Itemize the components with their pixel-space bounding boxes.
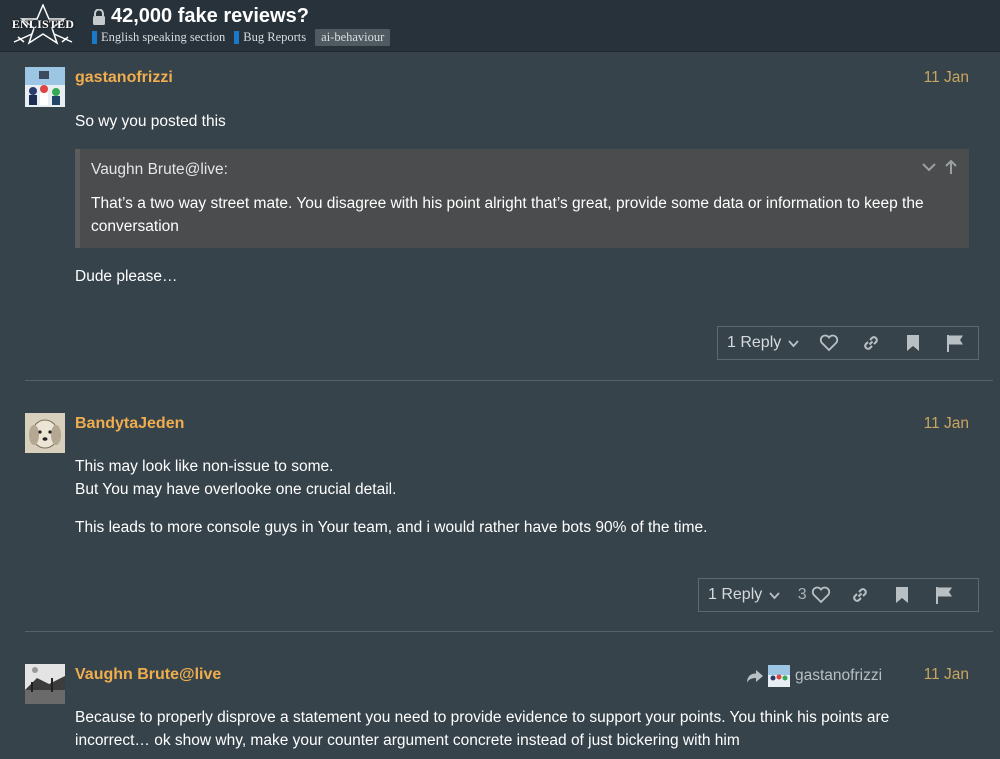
quote-block: Vaughn Brute@live: That’s a two way stre… xyxy=(75,149,969,248)
bookmark-button[interactable] xyxy=(881,579,923,611)
copy-link-button[interactable] xyxy=(839,579,881,611)
heart-icon xyxy=(820,334,839,352)
flag-icon xyxy=(936,587,953,604)
avatar[interactable] xyxy=(25,413,65,453)
quote-author[interactable]: Vaughn Brute@live: xyxy=(91,161,228,179)
replies-toggle-button[interactable]: 1 Reply xyxy=(699,579,789,611)
post-date[interactable]: 11 Jan xyxy=(924,415,969,433)
bookmark-icon xyxy=(907,335,920,351)
post-actions: 1 Reply xyxy=(717,326,979,360)
flag-icon xyxy=(947,335,964,352)
copy-link-button[interactable] xyxy=(850,327,892,359)
like-button[interactable]: 3 xyxy=(789,579,839,611)
like-button[interactable] xyxy=(808,327,850,359)
username[interactable]: Vaughn Brute@live xyxy=(75,666,221,684)
post-paragraph: Because to properly disprove a statement… xyxy=(75,709,890,749)
quote-text: That’s a two way street mate. You disagr… xyxy=(91,195,924,235)
chevron-down-icon xyxy=(769,591,780,599)
post-actions: 1 Reply 3 xyxy=(698,578,979,612)
replies-label: 1 Reply xyxy=(727,334,782,351)
chevron-down-icon xyxy=(788,339,799,347)
post-paragraph: This leads to more console guys in Your … xyxy=(75,519,708,536)
arrow-up-icon[interactable] xyxy=(943,159,959,175)
replies-label: 1 Reply xyxy=(708,586,763,603)
post-paragraph: So wy you posted this xyxy=(75,113,226,130)
flag-button[interactable] xyxy=(923,579,965,611)
reply-to-avatar xyxy=(768,665,790,687)
post-paragraph: This may look like non-issue to some. xyxy=(75,458,334,475)
like-count[interactable]: 3 xyxy=(798,586,807,604)
post-gastanofrizzi: gastanofrizzi 11 Jan So wy you posted th… xyxy=(0,0,1000,380)
post-bandytajeden: BandytaJeden 11 Jan This may look like n… xyxy=(0,381,1000,631)
username[interactable]: gastanofrizzi xyxy=(75,69,173,87)
post-date[interactable]: 11 Jan xyxy=(924,666,969,684)
username[interactable]: BandytaJeden xyxy=(75,415,184,433)
share-reply-icon xyxy=(747,670,763,683)
chevron-down-icon[interactable] xyxy=(921,159,937,175)
post-date[interactable]: 11 Jan xyxy=(924,69,969,87)
post-paragraph: But You may have overlooke one crucial d… xyxy=(75,481,397,498)
heart-icon xyxy=(811,586,830,604)
replies-toggle-button[interactable]: 1 Reply xyxy=(718,327,808,359)
avatar[interactable] xyxy=(25,664,65,704)
post-paragraph: Dude please… xyxy=(75,268,178,285)
bookmark-button[interactable] xyxy=(892,327,934,359)
post-vaughn-brute: Vaughn Brute@live gastanofrizzi 11 Jan B… xyxy=(0,632,1000,759)
bookmark-icon xyxy=(896,587,909,603)
link-icon xyxy=(864,336,879,350)
flag-button[interactable] xyxy=(934,327,976,359)
reply-to-username: gastanofrizzi xyxy=(795,667,883,684)
link-icon xyxy=(853,588,868,602)
avatar[interactable] xyxy=(25,67,65,107)
reply-to-indicator[interactable]: gastanofrizzi xyxy=(746,665,882,687)
